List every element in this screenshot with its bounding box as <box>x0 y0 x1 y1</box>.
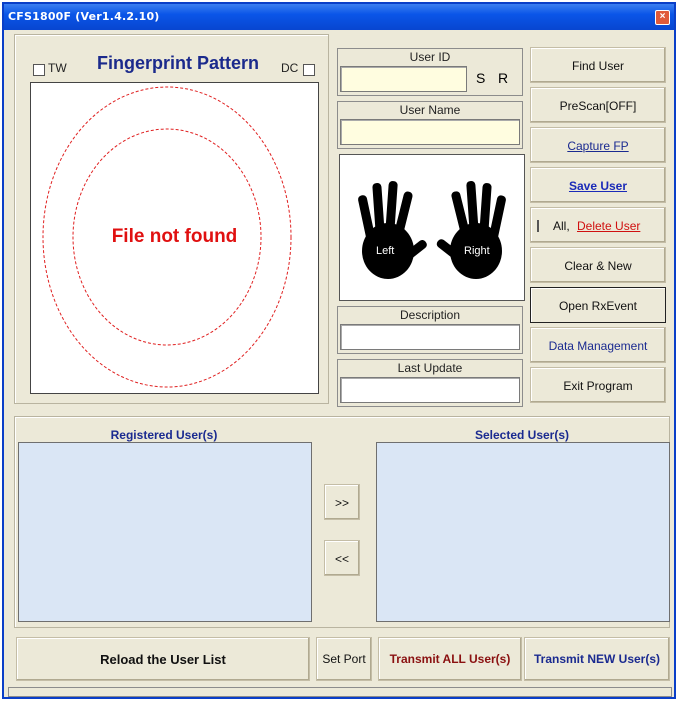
reload-user-list-button[interactable]: Reload the User List <box>16 637 310 681</box>
reload-user-list-label: Reload the User List <box>100 652 226 667</box>
dc-label: DC <box>281 61 299 75</box>
data-management-button[interactable]: Data Management <box>530 327 666 363</box>
registered-users-list[interactable] <box>18 442 312 622</box>
user-id-label: User ID <box>409 50 451 64</box>
description-label: Description <box>399 308 461 322</box>
hand-selector[interactable]: Left Right <box>339 154 525 301</box>
tw-checkbox[interactable] <box>33 61 45 79</box>
find-user-button[interactable]: Find User <box>530 47 666 83</box>
last-update-group: Last Update <box>337 359 523 407</box>
prescan-button[interactable]: PreScan[OFF] <box>530 87 666 123</box>
clear-new-button[interactable]: Clear & New <box>530 247 666 283</box>
description-group: Description <box>337 306 523 354</box>
capture-fp-button[interactable]: Capture FP <box>530 127 666 163</box>
save-user-label: Save User <box>568 179 628 193</box>
registered-users-title: Registered User(s) <box>110 428 218 442</box>
move-right-label: >> <box>334 496 349 510</box>
selected-users-title: Selected User(s) <box>474 428 570 442</box>
fingerprint-status-message: File not found <box>111 226 238 247</box>
user-name-field[interactable] <box>340 119 520 145</box>
hands-icon <box>357 180 507 279</box>
left-hand-icon[interactable] <box>357 181 428 279</box>
last-update-label: Last Update <box>397 361 463 375</box>
set-port-button[interactable]: Set Port <box>316 637 372 681</box>
prescan-label: PreScan[OFF] <box>559 99 637 113</box>
last-update-field <box>340 377 520 403</box>
selected-users-list[interactable] <box>376 442 670 622</box>
tw-label: TW <box>48 61 67 75</box>
close-icon[interactable]: × <box>655 10 670 25</box>
data-management-label: Data Management <box>548 339 648 353</box>
open-rxevent-label: Open RxEvent <box>558 299 638 313</box>
r-label[interactable]: R <box>498 70 508 86</box>
exit-program-label: Exit Program <box>563 379 633 393</box>
right-hand-label: Right <box>464 245 490 257</box>
find-user-label: Find User <box>571 59 624 73</box>
move-right-button[interactable]: >> <box>324 484 360 520</box>
transmit-new-button[interactable]: Transmit NEW User(s) <box>524 637 670 681</box>
transmit-all-button[interactable]: Transmit ALL User(s) <box>378 637 522 681</box>
transmit-all-label: Transmit ALL User(s) <box>389 652 511 666</box>
main-window: CFS1800F (Ver1.4.2.10) × TW Fingerprint … <box>2 2 676 699</box>
dc-checkbox[interactable] <box>303 61 315 79</box>
s-label[interactable]: S <box>476 70 485 86</box>
title-bar[interactable]: CFS1800F (Ver1.4.2.10) × <box>4 4 674 30</box>
description-field[interactable] <box>340 324 520 350</box>
move-left-label: << <box>334 552 349 566</box>
left-hand-label: Left <box>376 245 395 257</box>
capture-fp-label: Capture FP <box>567 139 629 153</box>
delete-user-button[interactable]: All, Delete User <box>530 207 666 243</box>
fingerprint-image-area: File not found <box>30 82 319 394</box>
open-rxevent-button[interactable]: Open RxEvent <box>530 287 666 323</box>
save-user-button[interactable]: Save User <box>530 167 666 203</box>
status-bar <box>8 687 672 697</box>
user-name-group: User Name <box>337 101 523 149</box>
user-id-field[interactable] <box>340 66 467 92</box>
user-name-label: User Name <box>399 103 461 117</box>
right-hand-icon[interactable] <box>435 180 507 279</box>
set-port-label: Set Port <box>322 652 366 666</box>
window-title: CFS1800F (Ver1.4.2.10) <box>8 10 160 23</box>
all-label: All, <box>553 219 570 233</box>
exit-program-button[interactable]: Exit Program <box>530 367 666 403</box>
move-left-button[interactable]: << <box>324 540 360 576</box>
fingerprint-title: Fingerprint Pattern <box>97 53 260 73</box>
user-id-group: User ID S R <box>337 48 523 96</box>
clear-new-label: Clear & New <box>564 259 632 273</box>
delete-user-label: Delete User <box>577 219 641 233</box>
transmit-new-label: Transmit NEW User(s) <box>533 652 661 666</box>
